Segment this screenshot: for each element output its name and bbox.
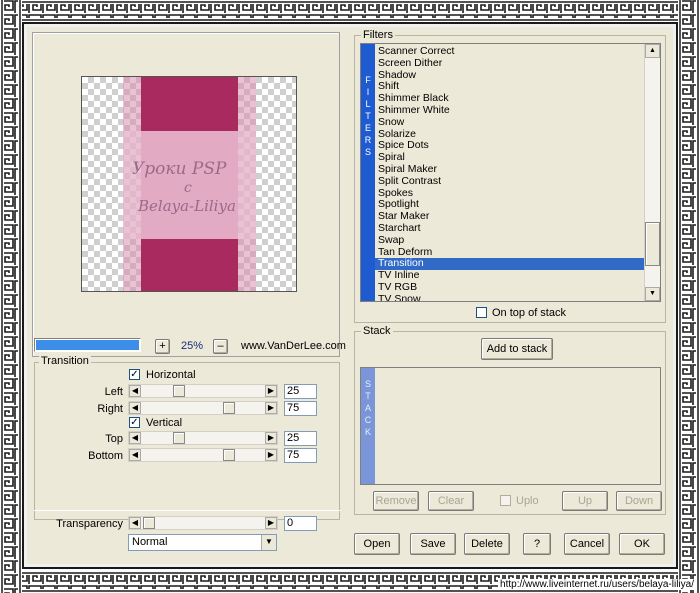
- preview-progress-bar: [34, 338, 141, 352]
- filter-items: Scanner Correct Screen Dither Shadow Shift S…: [375, 45, 645, 301]
- delete-button[interactable]: Delete: [464, 533, 510, 555]
- left-slider-right-arrow[interactable]: ▶: [265, 385, 277, 397]
- watermark-line2: с: [184, 180, 192, 196]
- right-slider-left-arrow[interactable]: ◀: [129, 402, 141, 414]
- blend-separator: [34, 510, 340, 511]
- down-button[interactable]: Down: [616, 491, 662, 511]
- up-button[interactable]: Up: [562, 491, 608, 511]
- watermark-line1: Уроки PSP: [132, 159, 227, 179]
- blend-mode-select[interactable]: Normal ▼: [128, 534, 277, 551]
- filters-group-title: Filters: [361, 29, 395, 41]
- bottom-slider[interactable]: ◀ ▶: [128, 448, 278, 462]
- transparency-slider-right-arrow[interactable]: ▶: [265, 517, 277, 529]
- bottom-value[interactable]: 75: [284, 448, 317, 463]
- filters-tab[interactable]: FILTERS: [361, 44, 375, 301]
- zoom-in-button[interactable]: +: [155, 339, 170, 354]
- zoom-out-button[interactable]: –: [213, 339, 228, 354]
- uplo-label: Uplo: [516, 495, 539, 507]
- filter-list-item[interactable]: Split Contrast: [375, 175, 645, 188]
- zoom-level: 25%: [181, 340, 204, 352]
- preview-panel: Уроки PSP с Belaya-Liliya: [32, 32, 340, 357]
- left-slider[interactable]: ◀ ▶: [128, 384, 278, 398]
- filter-list-item[interactable]: Screen Dither: [375, 57, 645, 70]
- right-slider-right-arrow[interactable]: ▶: [265, 402, 277, 414]
- filter-list-item[interactable]: Spiral Maker: [375, 163, 645, 176]
- frame-right-band: [678, 0, 700, 593]
- on-top-checkbox[interactable]: [476, 307, 487, 318]
- preview-canvas[interactable]: Уроки PSP с Belaya-Liliya: [81, 76, 297, 292]
- bottom-slider-left-arrow[interactable]: ◀: [129, 449, 141, 461]
- vertical-label: Vertical: [146, 417, 183, 429]
- left-slider-left-arrow[interactable]: ◀: [129, 385, 141, 397]
- right-slider-thumb[interactable]: [223, 402, 235, 414]
- horizontal-checkbox[interactable]: ✓: [129, 369, 140, 380]
- filter-list[interactable]: FILTERS Scanner Correct Screen Dither Shad…: [360, 43, 661, 302]
- on-top-label: On top of stack: [492, 307, 566, 319]
- top-label: Top: [105, 433, 123, 445]
- bottom-slider-thumb[interactable]: [223, 449, 235, 461]
- stack-list[interactable]: STACK: [360, 367, 661, 485]
- add-to-stack-button[interactable]: Add to stack: [481, 338, 553, 360]
- stack-tab[interactable]: STACK: [361, 368, 375, 484]
- top-value[interactable]: 25: [284, 431, 317, 446]
- scroll-thumb[interactable]: [645, 222, 660, 266]
- right-slider[interactable]: ◀ ▶: [128, 401, 278, 415]
- transparency-slider[interactable]: ◀ ▶: [128, 516, 278, 530]
- top-slider-thumb[interactable]: [173, 432, 185, 444]
- filter-list-item[interactable]: Shimmer White: [375, 104, 645, 117]
- remove-button[interactable]: Remove: [373, 491, 419, 511]
- horizontal-label: Horizontal: [146, 369, 196, 381]
- progress-fill: [36, 340, 139, 350]
- bottom-slider-right-arrow[interactable]: ▶: [265, 449, 277, 461]
- transparency-slider-left-arrow[interactable]: ◀: [129, 517, 141, 529]
- vertical-checkbox[interactable]: ✓: [129, 417, 140, 428]
- transparency-slider-thumb[interactable]: [143, 517, 155, 529]
- frame-top-band: [0, 0, 700, 22]
- stack-group-title: Stack: [361, 325, 393, 337]
- left-slider-thumb[interactable]: [173, 385, 185, 397]
- frame-left-band: [0, 0, 22, 593]
- scroll-down-arrow[interactable]: ▼: [645, 287, 660, 301]
- filter-list-item[interactable]: Spice Dots: [375, 140, 645, 152]
- filter-list-item[interactable]: Swap: [375, 234, 645, 247]
- transparency-value[interactable]: 0: [284, 516, 317, 531]
- filter-list-item[interactable]: Snow: [375, 116, 645, 129]
- filter-list-item[interactable]: TV Snow: [375, 293, 645, 301]
- save-button[interactable]: Save: [410, 533, 456, 555]
- cancel-button[interactable]: Cancel: [564, 533, 610, 555]
- transition-group-title: Transition: [39, 355, 91, 367]
- filters-tab-label: FILTERS: [364, 75, 372, 157]
- bottom-label: Bottom: [88, 450, 123, 462]
- transparency-label: Transparency: [56, 518, 123, 530]
- open-button[interactable]: Open: [354, 533, 400, 555]
- top-slider[interactable]: ◀ ▶: [128, 431, 278, 445]
- top-slider-right-arrow[interactable]: ▶: [265, 432, 277, 444]
- right-value[interactable]: 75: [284, 401, 317, 416]
- left-value[interactable]: 25: [284, 384, 317, 399]
- clear-button[interactable]: Clear: [428, 491, 474, 511]
- right-label: Right: [97, 403, 123, 415]
- scroll-up-arrow[interactable]: ▲: [645, 44, 660, 58]
- filter-list-item[interactable]: TV RGB: [375, 281, 645, 294]
- chevron-down-icon[interactable]: ▼: [261, 535, 276, 550]
- footer-url: http://www.liveinternet.ru/users/belaya-…: [498, 579, 696, 590]
- uplo-checkbox[interactable]: [500, 495, 511, 506]
- ok-button[interactable]: OK: [619, 533, 665, 555]
- filter-dialog: Уроки PSP с Belaya-Liliya + 25% – www.Va…: [27, 27, 673, 564]
- filter-list-item[interactable]: Starchart: [375, 222, 645, 235]
- left-label: Left: [104, 386, 123, 398]
- filter-list-scrollbar[interactable]: ▲ ▼: [644, 44, 660, 301]
- filter-list-item[interactable]: Shadow: [375, 69, 645, 82]
- vanderlee-link[interactable]: www.VanDerLee.com: [241, 340, 346, 352]
- stack-tab-label: STACK: [364, 379, 372, 437]
- top-slider-left-arrow[interactable]: ◀: [129, 432, 141, 444]
- watermark-line3: Belaya-Liliya: [138, 197, 236, 215]
- help-button[interactable]: ?: [523, 533, 551, 555]
- blend-mode-value: Normal: [132, 536, 168, 548]
